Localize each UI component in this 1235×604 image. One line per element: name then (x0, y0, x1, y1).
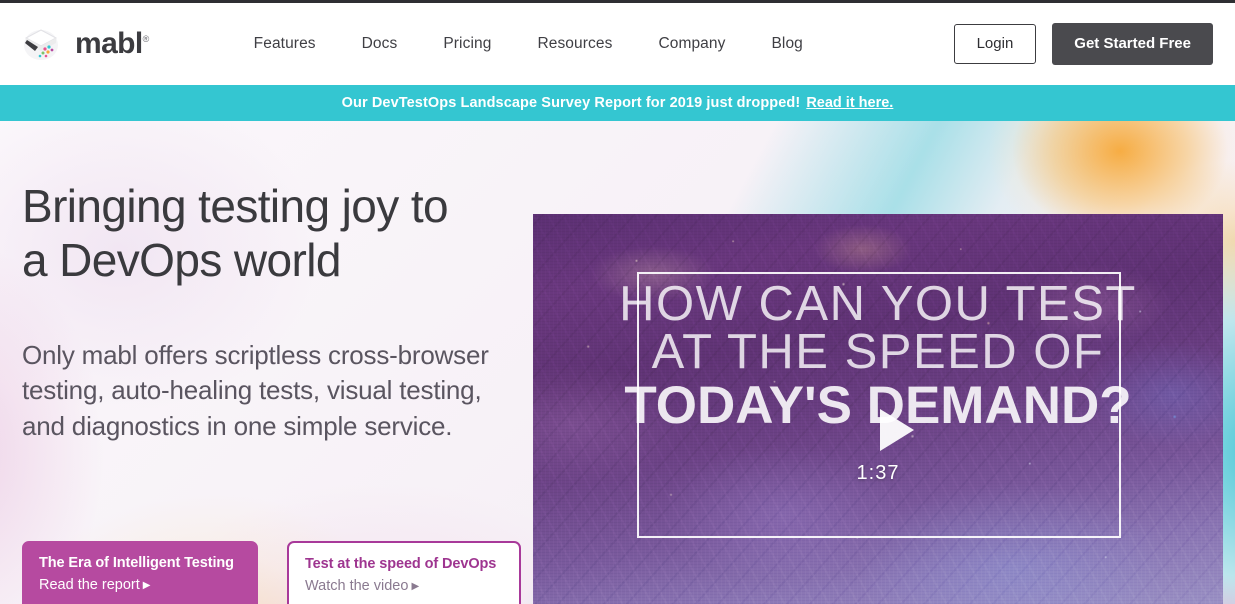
page-title: Bringing testing joy to a DevOps world (22, 179, 522, 288)
trademark-symbol: ® (142, 34, 150, 44)
nav-item-docs[interactable]: Docs (362, 35, 398, 53)
get-started-free-button[interactable]: Get Started Free (1052, 23, 1213, 65)
video-duration-label: 1:37 (856, 462, 900, 484)
logo-wordmark: mabl® (75, 29, 149, 59)
hero-cta-cards: The Era of Intelligent Testing Read the … (22, 541, 521, 604)
cta-card-watch-video[interactable]: Test at the speed of DevOps Watch the vi… (287, 541, 521, 604)
hero-copy: Bringing testing joy to a DevOps world O… (22, 179, 522, 445)
nav-item-company[interactable]: Company (658, 35, 725, 53)
video-headline: HOW CAN YOU TEST AT THE SPEED OF TODAY'S… (533, 277, 1223, 436)
announcement-link[interactable]: Read it here. (806, 95, 893, 111)
cta-card-title: Test at the speed of DevOps (305, 556, 497, 572)
announcement-text: Our DevTestOps Landscape Survey Report f… (341, 95, 801, 111)
login-button[interactable]: Login (953, 24, 1037, 64)
page-title-line-2: a DevOps world (22, 234, 341, 287)
logo-wordmark-text: mabl (75, 27, 143, 60)
hero-content: Bringing testing joy to a DevOps world O… (0, 121, 1235, 604)
play-triangle-icon[interactable] (880, 409, 914, 451)
nav-item-pricing[interactable]: Pricing (443, 35, 491, 53)
hero-section: Bringing testing joy to a DevOps world O… (0, 121, 1235, 604)
cta-card-link[interactable]: Read the report ▶ (39, 575, 241, 595)
mabl-layers-icon (18, 21, 64, 67)
arrow-right-icon: ▶ (142, 579, 151, 591)
announcement-banner: Our DevTestOps Landscape Survey Report f… (0, 85, 1235, 121)
cta-card-intelligent-testing[interactable]: The Era of Intelligent Testing Read the … (22, 541, 258, 604)
cta-card-link-label: Read the report (39, 576, 140, 593)
nav-item-blog[interactable]: Blog (771, 35, 802, 53)
arrow-right-icon: ▶ (411, 580, 420, 592)
nav-item-resources[interactable]: Resources (537, 35, 612, 53)
brand-logo[interactable]: mabl® (18, 21, 149, 67)
header-actions: Login Get Started Free (953, 23, 1213, 65)
hero-video-player[interactable]: HOW CAN YOU TEST AT THE SPEED OF TODAY'S… (533, 214, 1223, 604)
cta-card-title: The Era of Intelligent Testing (39, 555, 234, 571)
video-headline-line-3: TODAY'S DEMAND? (624, 376, 1132, 436)
cta-card-link[interactable]: Watch the video ▶ (305, 576, 503, 596)
page-title-line-1: Bringing testing joy to (22, 180, 449, 232)
site-header: mabl® Features Docs Pricing Resources Co… (0, 3, 1235, 85)
nav-item-features[interactable]: Features (254, 35, 316, 53)
cta-card-link-label: Watch the video (305, 577, 409, 594)
video-headline-line-1: HOW CAN YOU TEST (619, 277, 1137, 331)
video-headline-line-2: AT THE SPEED OF (651, 325, 1105, 380)
hero-subtitle: Only mabl offers scriptless cross-browse… (22, 339, 489, 442)
main-navigation: Features Docs Pricing Resources Company … (254, 35, 803, 53)
